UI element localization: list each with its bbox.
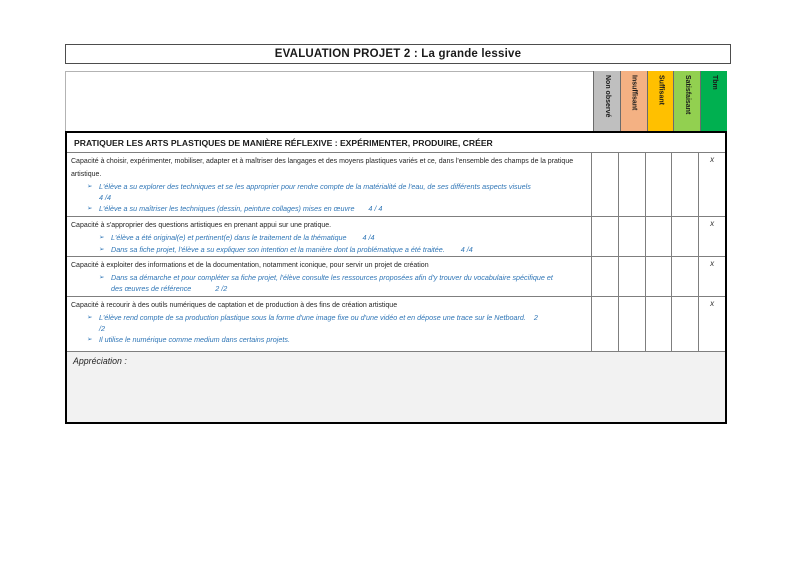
criterion-bullet: ➢ Dans sa fiche projet, l'élève a su exp…	[99, 245, 587, 256]
appreciation-section: Appréciation :	[67, 351, 725, 422]
rating-header-band: Non observé Insuffisant Suffisant Satisf…	[65, 71, 727, 131]
criterion-text: Capacité à s'approprier des questions ar…	[71, 219, 587, 232]
arrow-bullet-icon: ➢	[99, 245, 111, 256]
evaluation-sheet: EVALUATION PROJET 2 : La grande lessive …	[0, 0, 800, 565]
bullet-text: Il utilise le numérique comme medium dan…	[99, 335, 290, 346]
page-title: EVALUATION PROJET 2 : La grande lessive	[65, 44, 731, 64]
mark-cell-non-observe	[591, 257, 618, 296]
criterion-row-2: Capacité à s'approprier des questions ar…	[67, 216, 725, 256]
evaluation-table: PRATIQUER LES ARTS PLASTIQUES DE MANIÈRE…	[65, 131, 727, 424]
criterion-bullet: ➢ L'élève a su maîtriser les techniques …	[87, 204, 587, 215]
criterion-bullet: ➢ Dans sa démarche et pour compléter sa …	[99, 273, 587, 294]
criterion-bullet: ➢ L'élève a su explorer des techniques e…	[87, 182, 587, 203]
mark-cell-suffisant	[645, 297, 672, 351]
criterion-bullet: ➢ Il utilise le numérique comme medium d…	[87, 335, 587, 346]
criterion-cell: Capacité à exploiter des informations et…	[67, 257, 591, 296]
criterion-text: Capacité à choisir, expérimenter, mobili…	[71, 155, 587, 181]
mark-cell-non-observe	[591, 217, 618, 256]
mark-cell-non-observe	[591, 153, 618, 216]
mark-cell-tbm: x	[698, 217, 725, 256]
rating-column-suffisant: Suffisant	[647, 71, 674, 131]
mark-cell-satisfaisant	[671, 297, 698, 351]
bullet-text: L'élève rend compte de sa production pla…	[99, 313, 541, 334]
mark-cell-satisfaisant	[671, 153, 698, 216]
arrow-bullet-icon: ➢	[87, 182, 99, 203]
bullet-text: Dans sa fiche projet, l'élève a su expli…	[111, 245, 473, 256]
mark-cell-tbm: x	[698, 257, 725, 296]
section-header: PRATIQUER LES ARTS PLASTIQUES DE MANIÈRE…	[67, 133, 725, 152]
arrow-bullet-icon: ➢	[99, 233, 111, 244]
criterion-text: Capacité à exploiter des informations et…	[71, 259, 587, 272]
criterion-row-4: Capacité à recourir à des outils numériq…	[67, 296, 725, 351]
criterion-cell: Capacité à choisir, expérimenter, mobili…	[67, 153, 591, 216]
criterion-cell: Capacité à s'approprier des questions ar…	[67, 217, 591, 256]
criterion-bullet: ➢ L'élève rend compte de sa production p…	[87, 313, 587, 334]
arrow-bullet-icon: ➢	[99, 273, 111, 294]
rating-column-non-observe: Non observé	[593, 71, 620, 131]
rating-column-tbm: Tbm	[700, 71, 727, 131]
arrow-bullet-icon: ➢	[87, 313, 99, 334]
mark-cell-satisfaisant	[671, 257, 698, 296]
rating-column-insuffisant: Insuffisant	[620, 71, 647, 131]
bullet-text: Dans sa démarche et pour compléter sa fi…	[111, 273, 553, 294]
criterion-row-3: Capacité à exploiter des informations et…	[67, 256, 725, 296]
mark-cell-non-observe	[591, 297, 618, 351]
bullet-text: L'élève a été original(e) et pertinent(e…	[111, 233, 374, 244]
mark-cell-insuffisant	[618, 217, 645, 256]
mark-cell-suffisant	[645, 257, 672, 296]
mark-cell-insuffisant	[618, 153, 645, 216]
criterion-row-1: Capacité à choisir, expérimenter, mobili…	[67, 152, 725, 216]
rating-header-spacer	[65, 71, 593, 131]
mark-cell-insuffisant	[618, 257, 645, 296]
criterion-bullet: ➢ L'élève a été original(e) et pertinent…	[99, 233, 587, 244]
mark-cell-tbm: x	[698, 297, 725, 351]
rating-column-satisfaisant: Satisfaisant	[673, 71, 700, 131]
arrow-bullet-icon: ➢	[87, 204, 99, 215]
bullet-text: L'élève a su explorer des techniques et …	[99, 182, 541, 203]
arrow-bullet-icon: ➢	[87, 335, 99, 346]
mark-cell-suffisant	[645, 217, 672, 256]
criterion-text: Capacité à recourir à des outils numériq…	[71, 299, 587, 312]
criterion-cell: Capacité à recourir à des outils numériq…	[67, 297, 591, 351]
appreciation-label: Appréciation :	[73, 356, 127, 366]
mark-cell-satisfaisant	[671, 217, 698, 256]
mark-cell-insuffisant	[618, 297, 645, 351]
mark-cell-suffisant	[645, 153, 672, 216]
mark-cell-tbm: x	[698, 153, 725, 216]
bullet-text: L'élève a su maîtriser les techniques (d…	[99, 204, 382, 215]
